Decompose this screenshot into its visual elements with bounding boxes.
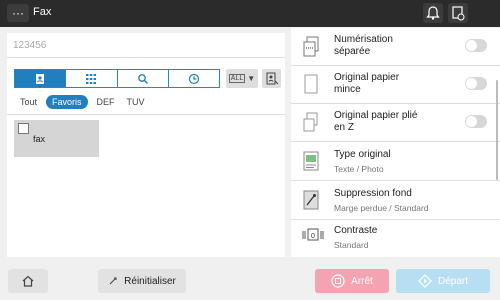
filter-tout[interactable]: Tout [17, 95, 40, 109]
home-icon [22, 275, 34, 287]
more-icon[interactable]: ··· [7, 4, 29, 22]
z-folded-toggle[interactable] [465, 115, 487, 128]
destination-panel: 123456 ALL ▼ Tout Favoris DEF TUV fax [7, 33, 285, 257]
setting-value: Marge perdue / Standard [334, 203, 429, 213]
original-type-icon [302, 151, 320, 173]
home-button[interactable] [8, 269, 48, 293]
reset-button[interactable]: Réinitialiser [98, 269, 186, 293]
setting-label-line2: en Z [334, 122, 355, 133]
setting-numerisation-separee[interactable]: Numérisation séparée [291, 28, 500, 66]
settings-panel: Numérisation séparée Original papier min… [291, 28, 500, 257]
setting-label-line1: Numérisation [334, 34, 393, 45]
device-status-icon[interactable] [448, 3, 468, 23]
search-mode-tabs [14, 69, 220, 88]
divider [7, 114, 285, 115]
stop-icon [331, 274, 345, 288]
filter-def[interactable]: DEF [94, 95, 118, 109]
setting-label-line2: séparée [334, 46, 371, 57]
setting-value: Texte / Photo [334, 164, 384, 174]
setting-label-line1: Original papier [334, 72, 400, 83]
setting-title: Type original [334, 149, 391, 160]
page-title: Fax [33, 6, 52, 18]
history-icon[interactable] [167, 70, 219, 87]
settings-scrollbar[interactable] [496, 80, 498, 180]
address-detail-icon[interactable] [262, 69, 281, 88]
index-select[interactable]: ALL ▼ [226, 69, 258, 88]
bell-icon[interactable] [423, 3, 443, 23]
setting-contraste[interactable]: 0 Contraste Standard [291, 220, 500, 257]
svg-text:0: 0 [311, 233, 315, 240]
entry-label: fax [33, 134, 46, 144]
thin-paper-icon [302, 74, 320, 96]
stop-label: Arrêt [351, 275, 373, 287]
setting-original-papier-plie-en-z[interactable]: Original papier plié en Z [291, 104, 500, 142]
entry-checkbox[interactable] [18, 123, 29, 134]
separate-scan-icon [302, 36, 320, 58]
chevron-down-icon: ▼ [247, 74, 256, 83]
setting-label-line2: mince [334, 84, 361, 95]
search-icon[interactable] [116, 70, 168, 87]
setting-title: Suppression fond [334, 188, 412, 199]
setting-label-line1: Original papier plié [334, 110, 418, 121]
z-folded-icon [302, 112, 320, 134]
start-icon [418, 274, 432, 288]
filter-favoris[interactable]: Favoris [46, 95, 88, 109]
start-label: Départ [437, 275, 468, 287]
index-filters: Tout Favoris DEF TUV [17, 95, 148, 109]
reset-label: Réinitialiser [124, 275, 176, 287]
filter-tuv[interactable]: TUV [124, 95, 148, 109]
thin-paper-toggle[interactable] [465, 77, 487, 90]
address-book-icon[interactable] [15, 70, 66, 87]
setting-value: Standard [334, 240, 369, 250]
index-select-value: ALL [228, 74, 246, 83]
stop-button[interactable]: Arrêt [315, 269, 389, 293]
setting-suppression-fond[interactable]: Suppression fond Marge perdue / Standard [291, 181, 500, 220]
setting-type-original[interactable]: Type original Texte / Photo [291, 142, 500, 181]
start-button[interactable]: Départ [396, 269, 490, 293]
top-bar: ··· Fax [0, 0, 500, 27]
destination-input[interactable]: 123456 [7, 33, 285, 58]
keypad-icon[interactable] [65, 70, 116, 87]
separate-scan-toggle[interactable] [465, 39, 487, 52]
background-removal-icon [302, 190, 320, 212]
reset-icon [109, 277, 117, 285]
address-entry[interactable]: fax [14, 120, 99, 157]
contrast-icon: 0 [302, 228, 324, 250]
setting-title: Contraste [334, 225, 378, 236]
setting-original-papier-mince[interactable]: Original papier mince [291, 66, 500, 104]
bottom-bar: Réinitialiser Arrêt Départ [0, 262, 500, 300]
